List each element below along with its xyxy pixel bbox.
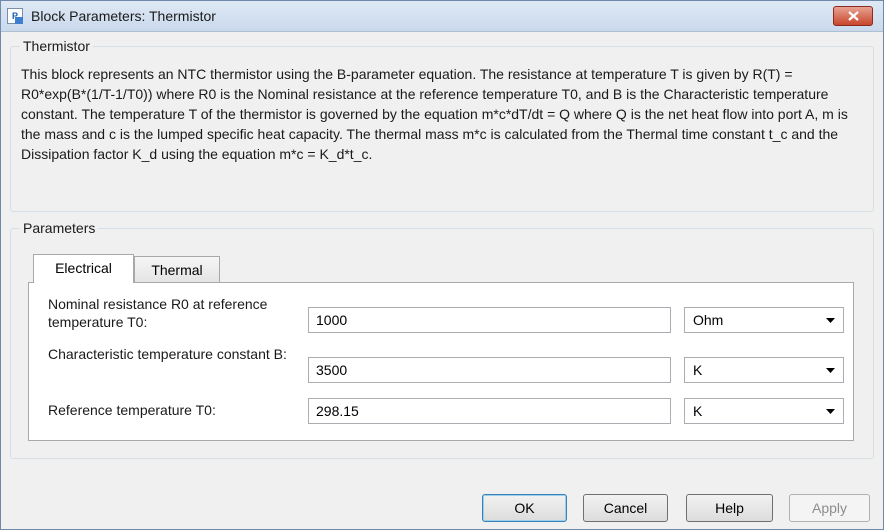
reference-temperature-unit-select[interactable]: K	[684, 398, 844, 424]
ok-button[interactable]: OK	[482, 494, 567, 522]
simulink-block-icon: P	[7, 8, 23, 24]
nominal-resistance-input[interactable]	[308, 307, 671, 333]
tab-electrical[interactable]: Electrical	[33, 254, 134, 283]
block-name-label: Thermistor	[23, 38, 90, 54]
characteristic-temperature-unit: K	[693, 362, 703, 378]
parameters-label: Parameters	[23, 220, 96, 236]
block-parameters-dialog: P Block Parameters: Thermistor Thermisto…	[0, 0, 884, 530]
characteristic-temperature-unit-select[interactable]: K	[684, 357, 844, 383]
apply-button[interactable]: Apply	[789, 494, 870, 522]
chevron-down-icon	[826, 318, 835, 323]
nominal-resistance-unit: Ohm	[693, 312, 724, 328]
block-description-group: Thermistor This block represents an NTC …	[10, 38, 874, 212]
characteristic-temperature-label: Characteristic temperature constant B:	[48, 346, 287, 362]
close-icon	[848, 11, 859, 21]
electrical-tab-panel: Nominal resistance R0 at reference tempe…	[28, 282, 854, 441]
characteristic-temperature-input[interactable]	[308, 357, 671, 383]
reference-temperature-input[interactable]	[308, 398, 671, 424]
help-button[interactable]: Help	[686, 494, 773, 522]
nominal-resistance-label: Nominal resistance R0 at reference tempe…	[48, 296, 268, 330]
title-bar[interactable]: P Block Parameters: Thermistor	[1, 1, 883, 32]
close-button[interactable]	[833, 6, 873, 26]
chevron-down-icon	[826, 368, 835, 373]
tab-thermal[interactable]: Thermal	[134, 256, 220, 282]
block-description: This block represents an NTC thermistor …	[21, 66, 848, 162]
reference-temperature-label: Reference temperature T0:	[48, 402, 216, 418]
window-title: Block Parameters: Thermistor	[31, 8, 216, 24]
cancel-button[interactable]: Cancel	[583, 494, 668, 522]
chevron-down-icon	[826, 409, 835, 414]
nominal-resistance-unit-select[interactable]: Ohm	[684, 307, 844, 333]
reference-temperature-unit: K	[693, 403, 703, 419]
